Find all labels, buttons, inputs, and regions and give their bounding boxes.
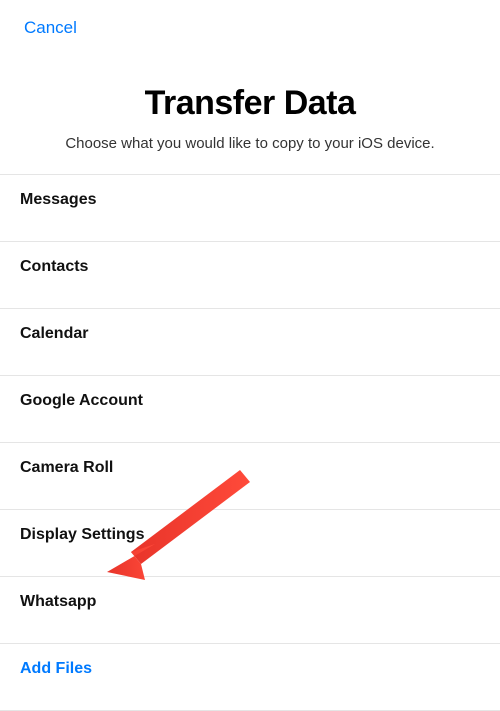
page-title: Transfer Data xyxy=(20,84,480,123)
list-item-label: Whatsapp xyxy=(20,593,96,611)
title-block: Transfer Data Choose what you would like… xyxy=(0,48,500,174)
list-item-label: Camera Roll xyxy=(20,459,113,477)
cancel-button[interactable]: Cancel xyxy=(24,18,77,38)
add-files-button[interactable]: Add Files xyxy=(0,644,500,711)
list-item-whatsapp[interactable]: Whatsapp xyxy=(0,577,500,644)
list-item-google-account[interactable]: Google Account xyxy=(0,376,500,443)
list-item-messages[interactable]: Messages xyxy=(0,175,500,242)
list-item-contacts[interactable]: Contacts xyxy=(0,242,500,309)
list-item-label: Display Settings xyxy=(20,526,144,544)
list-item-label: Calendar xyxy=(20,325,88,343)
add-files-label: Add Files xyxy=(20,660,92,678)
list-item-calendar[interactable]: Calendar xyxy=(0,309,500,376)
transfer-options-list: Messages Contacts Calendar Google Accoun… xyxy=(0,174,500,711)
header-bar: Cancel xyxy=(0,0,500,48)
list-item-label: Contacts xyxy=(20,258,88,276)
list-item-display-settings[interactable]: Display Settings xyxy=(0,510,500,577)
list-item-label: Google Account xyxy=(20,392,143,410)
list-item-camera-roll[interactable]: Camera Roll xyxy=(0,443,500,510)
list-item-label: Messages xyxy=(20,191,97,209)
page-subtitle: Choose what you would like to copy to yo… xyxy=(20,135,480,152)
